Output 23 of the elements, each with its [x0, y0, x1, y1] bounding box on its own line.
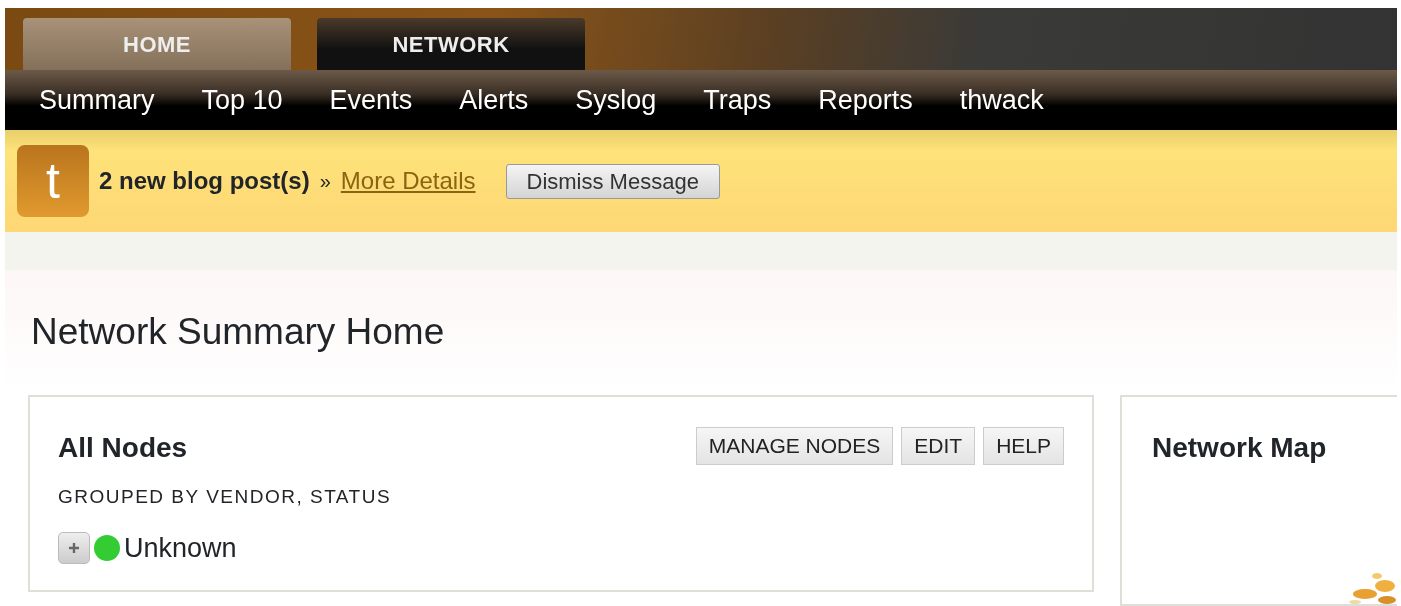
panel-button[interactable]: MANAGE NODES	[695, 427, 894, 465]
panel-button[interactable]: HELP	[983, 427, 1064, 465]
expand-icon[interactable]	[58, 531, 90, 564]
notification-message: 2 new blog post(s)	[99, 166, 310, 196]
nav-link[interactable]: Alerts	[459, 79, 529, 121]
nav-link[interactable]: Syslog	[575, 79, 657, 121]
nav-link[interactable]: thwack	[959, 79, 1044, 121]
nav-link[interactable]: Reports	[818, 79, 913, 121]
thwack-icon: t	[17, 145, 89, 217]
nav-link[interactable]: Events	[329, 79, 413, 121]
nav-link[interactable]: Traps	[703, 79, 772, 121]
nav-link[interactable]: Summary	[39, 79, 155, 121]
separator-glyph: »	[319, 169, 331, 194]
tab[interactable]: NETWORK	[317, 18, 585, 70]
panel-title: Network Map	[1152, 431, 1328, 465]
panel-subtitle: GROUPED BY VENDOR, STATUS	[58, 485, 393, 509]
tree-node-label: Unknown	[124, 531, 237, 565]
panel-button[interactable]: EDIT	[901, 427, 976, 465]
panel-title: All Nodes	[58, 431, 188, 465]
nav-link[interactable]: Top 10	[201, 79, 283, 121]
more-details-link[interactable]: More Details	[340, 163, 476, 199]
page-title: Network Summary Home	[31, 310, 445, 355]
dismiss-button[interactable]: Dismiss Message	[505, 163, 720, 199]
